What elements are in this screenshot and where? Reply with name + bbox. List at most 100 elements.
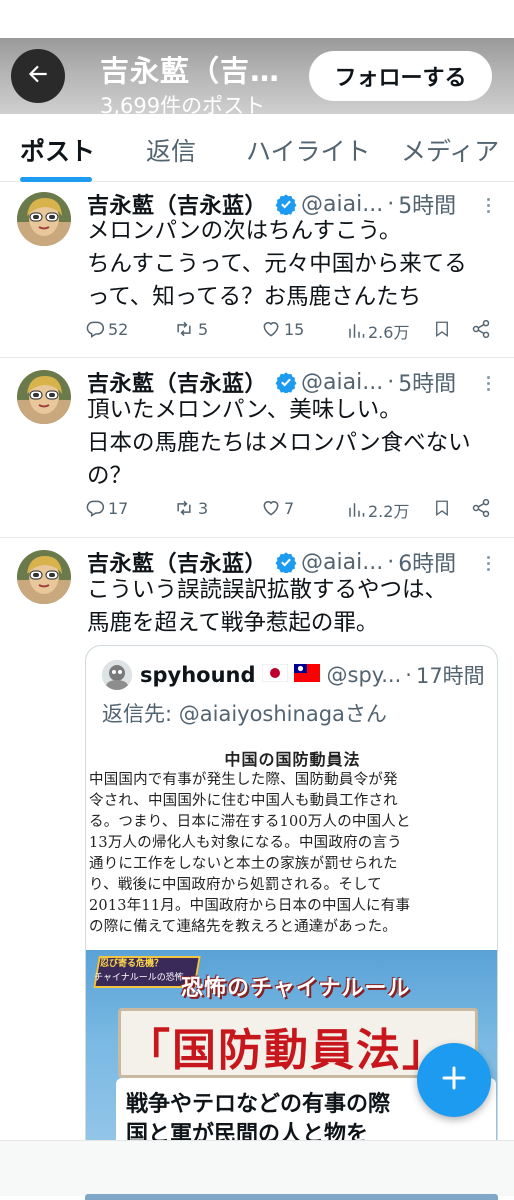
document-title: 中国の国防動員法 (224, 750, 361, 769)
document-line: 令され、中国国外に住む中国人も動員工作され (89, 793, 398, 809)
tv-caption-line: 戦争やテロなどの有事の際 (126, 1092, 391, 1117)
like-button[interactable]: 15 (258, 319, 304, 339)
tv-subtitle: 恐怖のチャイナルール (181, 976, 411, 1001)
post-text: こういう誤読誤訳拡散するやつは、 馬鹿を超えて戦争惹起の罪。 (87, 574, 502, 640)
post-text-line: 馬鹿を超えて戦争惹起の罪。 (87, 610, 379, 636)
share-button[interactable] (468, 498, 491, 518)
avatar[interactable] (17, 370, 71, 424)
quoted-post-time[interactable]: 17時間 (416, 660, 485, 690)
japan-flag-icon (261, 663, 288, 687)
compose-button[interactable] (417, 1043, 491, 1117)
verified-badge-icon (275, 371, 297, 393)
avatar[interactable] (17, 550, 71, 604)
separator-dot: · (387, 369, 395, 395)
more-options-icon[interactable] (478, 370, 498, 396)
reply-icon (85, 498, 105, 518)
quoted-post-header: spyhound @spy... · 17時間 (102, 660, 485, 690)
like-count: 7 (284, 498, 295, 518)
avatar[interactable] (17, 192, 71, 246)
views-chart-icon (347, 500, 365, 520)
status-strip (0, 0, 514, 38)
post-text-line: 日本の馬鹿たちはメロンパン食べない (87, 430, 471, 456)
quoted-author-name[interactable]: spyhound (140, 663, 256, 687)
post-text-line: の？ (87, 463, 133, 489)
next-image-peek (85, 1194, 498, 1200)
tv-tag-text: チャイナルールの恐怖 (94, 973, 184, 983)
quoted-author-handle[interactable]: @spy... (327, 663, 402, 687)
post-actions: 52 5 15 2.6万 (82, 319, 502, 349)
repost-button[interactable]: 3 (170, 498, 208, 518)
repost-button[interactable]: 5 (170, 319, 208, 339)
like-count: 15 (284, 319, 305, 339)
bookmark-button[interactable] (430, 498, 451, 518)
separator-dot: · (405, 663, 412, 687)
tv-tag-text: 忍び寄る危機？ (100, 959, 164, 969)
views-button[interactable]: 2.6万 (344, 319, 409, 343)
post-text-line: 頂いたメロンパン、美味しい。 (87, 397, 402, 423)
quoted-image-document[interactable]: 中国の国防動員法 中国国内で有事が発生した際、国防動員令が発 令され、中国国外に… (86, 742, 497, 948)
separator-dot: · (387, 191, 395, 217)
post-text: メロンパンの次はちんすこう。 ちんすこうって、元々中国から来てる って、知ってる… (87, 215, 502, 314)
document-line: 中国国内で有事が発生した際、国防動員令が発 (89, 772, 398, 788)
quoted-avatar (102, 660, 132, 690)
repost-icon (173, 498, 195, 518)
tab-media[interactable]: メディア (401, 132, 499, 168)
views-count: 2.6万 (368, 323, 410, 342)
plus-icon (439, 1063, 469, 1097)
heart-icon (261, 319, 281, 339)
profile-tabs: ポスト 返信 ハイライト メディア (0, 114, 514, 182)
document-line: の際に備えて連絡先を教えろと通達があった。 (89, 919, 397, 935)
document-line: 13万人の帰化人も対象になる。中国政府の言う (89, 835, 402, 851)
post-text-line: って、知ってる？お馬鹿さんたち (87, 284, 422, 310)
reply-to-label: 返信先: @aiaiyoshinagaさん (102, 702, 387, 726)
reply-button[interactable]: 52 (82, 319, 128, 339)
taiwan-flag-icon (293, 663, 320, 687)
tab-posts[interactable]: ポスト (20, 132, 95, 168)
post-text-line: メロンパンの次はちんすこう。 (87, 218, 402, 244)
reply-count: 52 (108, 319, 129, 339)
arrow-left-icon (25, 61, 51, 91)
tab-highlights[interactable]: ハイライト (246, 132, 371, 168)
author-handle[interactable]: @aiai... (301, 550, 383, 575)
verified-badge-icon (275, 551, 297, 573)
author-handle[interactable]: @aiai... (301, 192, 383, 217)
repost-icon (173, 319, 195, 339)
profile-header: 吉永藍（吉… 3,699件のポスト フォローする (0, 38, 514, 114)
bookmark-icon (433, 319, 451, 339)
repost-count: 3 (198, 498, 209, 518)
post-text: 頂いたメロンパン、美味しい。 日本の馬鹿たちはメロンパン食べない の？ (87, 394, 502, 493)
post-text-line: こういう誤読誤訳拡散するやつは、 (87, 577, 448, 603)
post-actions: 17 3 7 2.2万 (82, 498, 502, 528)
post[interactable]: 吉永藍（吉永蓝） @aiai... · 5時間 頂いたメロンパン、美味しい。 日… (0, 358, 514, 538)
author-handle[interactable]: @aiai... (301, 370, 383, 395)
back-button[interactable] (11, 49, 65, 103)
reply-count: 17 (108, 498, 129, 518)
post-text-line: ちんすこうって、元々中国から来てる (87, 251, 467, 277)
document-line: 2013年11月。中国政府から日本の中国人に有事 (89, 898, 411, 914)
tv-main-caption: 「国防動員法」 (126, 1025, 448, 1076)
views-button[interactable]: 2.2万 (344, 498, 409, 522)
tab-replies[interactable]: 返信 (146, 132, 196, 168)
views-count: 2.2万 (368, 502, 410, 521)
like-button[interactable]: 7 (258, 498, 294, 518)
repost-count: 5 (198, 319, 209, 339)
post[interactable]: 吉永藍（吉永蓝） @aiai... · 5時間 メロンパンの次はちんすこう。 ち… (0, 182, 514, 358)
document-line: り、戦後に中国政府から処罰される。そして (89, 877, 382, 893)
document-line: る。つまり、日本に滞在する100万人の中国人と (89, 814, 411, 830)
separator-dot: · (387, 549, 395, 575)
header-display-name: 吉永藍（吉… (100, 54, 281, 88)
bottom-navigation-bar (0, 1140, 514, 1196)
heart-icon (261, 498, 281, 518)
share-button[interactable] (468, 319, 491, 339)
header-post-count: 3,699件のポスト (100, 94, 266, 114)
share-icon (471, 319, 491, 339)
bookmark-icon (433, 498, 451, 518)
document-line: 通りに工作をしないと本土の家族が罰せられた (89, 856, 398, 872)
share-icon (471, 498, 491, 518)
reply-button[interactable]: 17 (82, 498, 128, 518)
reply-icon (85, 319, 105, 339)
more-options-icon[interactable] (478, 550, 498, 576)
bookmark-button[interactable] (430, 319, 451, 339)
follow-button[interactable]: フォローする (309, 51, 492, 101)
views-chart-icon (347, 321, 365, 341)
